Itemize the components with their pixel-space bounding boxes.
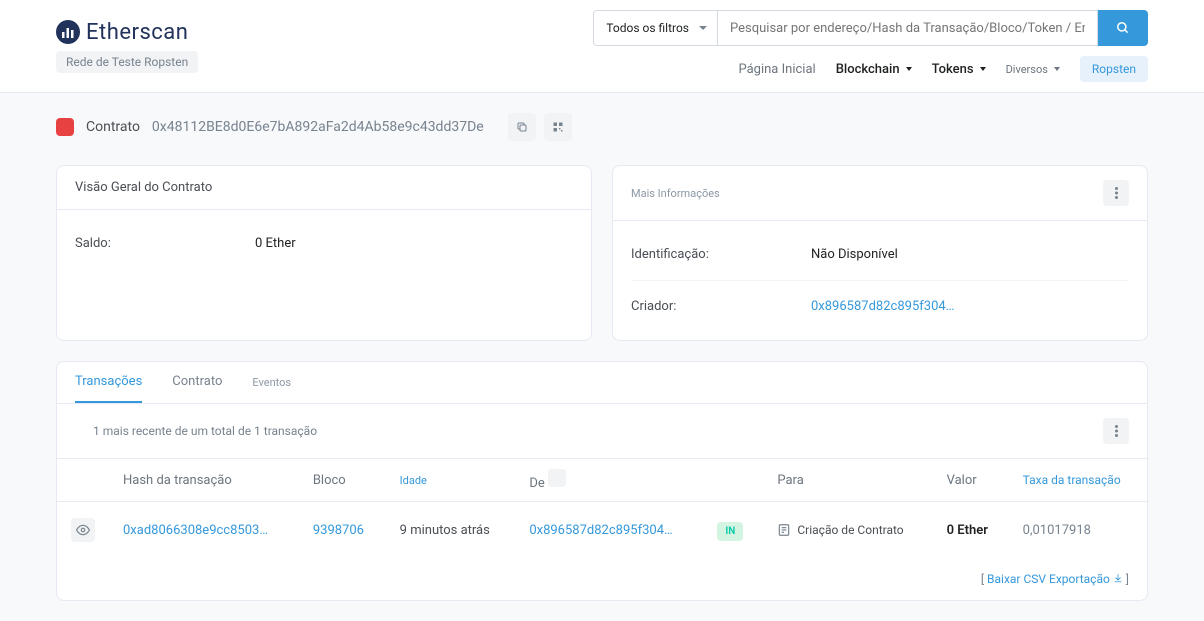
th-block: Bloco (299, 459, 386, 502)
th-fee[interactable]: Taxa da transação (1009, 459, 1147, 502)
overview-body: Saldo: 0 Ether (57, 210, 591, 277)
view-button[interactable] (71, 518, 95, 542)
copy-icon (516, 121, 528, 133)
balance-value: 0 Ether (255, 236, 296, 251)
id-value: Não Disponível (811, 247, 898, 262)
th-to: Para (763, 459, 932, 502)
table-footer: [ Baixar CSV Exportação ] (57, 558, 1147, 600)
contract-avatar-icon (56, 118, 74, 136)
ropsten-button[interactable]: Ropsten (1080, 56, 1148, 82)
top-header: Etherscan Rede de Teste Ropsten Todos os… (0, 0, 1204, 93)
search-input[interactable] (718, 10, 1098, 46)
tab-contract[interactable]: Contrato (172, 362, 222, 403)
cards-row: Visão Geral do Contrato Saldo: 0 Ether M… (56, 165, 1148, 341)
creator-label: Criador: (631, 299, 811, 314)
th-txhash: Hash da transação (109, 459, 299, 502)
download-arrow-icon (1113, 572, 1123, 586)
nav-home[interactable]: Página Inicial (738, 62, 815, 77)
nav-misc[interactable]: Diversos (1006, 63, 1060, 76)
square-icon (548, 469, 566, 487)
network-badge: Rede de Teste Ropsten (56, 51, 198, 73)
table-row: 0xad8066308e9cc8503… 9398706 9 minutos a… (57, 502, 1147, 559)
copy-button[interactable] (508, 113, 536, 141)
tabs: Transações Contrato Eventos (57, 362, 1147, 404)
creator-row: Criador: 0x896587d82c895f304… (631, 280, 1129, 324)
nav-blockchain[interactable]: Blockchain (836, 62, 912, 77)
qr-button[interactable] (544, 113, 572, 141)
moreinfo-body: Identificação: Não Disponível Criador: 0… (613, 221, 1147, 340)
fee-cell: 0,01017918 (1009, 502, 1147, 559)
creator-value[interactable]: 0x896587d82c895f304… (811, 299, 954, 314)
chevron-down-icon (906, 67, 912, 71)
moreinfo-title: Mais Informações (631, 187, 720, 200)
header-right: Todos os filtros Página Inicial Blockcha… (593, 10, 1148, 82)
tabs-card: Transações Contrato Eventos 1 mais recen… (56, 361, 1148, 601)
txhash-cell[interactable]: 0xad8066308e9cc8503… (109, 502, 299, 559)
moreinfo-header: Mais Informações (613, 166, 1147, 221)
to-cell: Criação de Contrato (777, 523, 918, 537)
contract-address: 0x48112BE8d0E6e7bA892aFa2d4Ab58e9c43dd37… (152, 119, 484, 135)
logo[interactable]: Etherscan (56, 20, 198, 45)
tab-transactions[interactable]: Transações (75, 362, 142, 403)
contract-actions (508, 113, 572, 141)
value-cell: 0 Ether (933, 502, 1009, 559)
search-icon (1116, 21, 1130, 35)
logo-text: Etherscan (86, 20, 188, 45)
moreinfo-card: Mais Informações Identificação: Não Disp… (612, 165, 1148, 341)
th-age[interactable]: Idade (386, 459, 516, 502)
age-cell: 9 minutos atrás (386, 502, 516, 559)
more-vertical-icon (1115, 425, 1118, 437)
chevron-down-icon (1054, 67, 1060, 71)
from-cell[interactable]: 0x896587d82c895f304… (515, 502, 703, 559)
balance-label: Saldo: (75, 236, 255, 251)
balance-row: Saldo: 0 Ether (75, 226, 573, 261)
main-container: Contrato 0x48112BE8d0E6e7bA892aFa2d4Ab58… (0, 93, 1204, 621)
table-header-row: Hash da transação Bloco Idade De Para Va… (57, 459, 1147, 502)
nav-tokens[interactable]: Tokens (932, 62, 986, 77)
th-from: De (515, 459, 703, 502)
id-row: Identificação: Não Disponível (631, 237, 1129, 272)
eye-icon (76, 523, 90, 537)
logo-icon (56, 20, 80, 44)
search-row: Todos os filtros (593, 10, 1148, 46)
search-button[interactable] (1098, 10, 1148, 46)
chevron-down-icon (980, 67, 986, 71)
overview-title: Visão Geral do Contrato (75, 180, 212, 195)
direction-badge: IN (717, 522, 743, 541)
nav-row: Página Inicial Blockchain Tokens Diverso… (738, 56, 1148, 82)
filter-dropdown[interactable]: Todos os filtros (593, 10, 718, 46)
id-label: Identificação: (631, 247, 811, 262)
overview-card: Visão Geral do Contrato Saldo: 0 Ether (56, 165, 592, 341)
th-value: Valor (933, 459, 1009, 502)
more-button[interactable] (1103, 180, 1129, 206)
contract-label: Contrato (86, 119, 140, 135)
sort-icon (75, 425, 87, 437)
qr-icon (552, 121, 564, 133)
block-cell[interactable]: 9398706 (299, 502, 386, 559)
tab-events[interactable]: Eventos (252, 376, 291, 389)
table-more-button[interactable] (1103, 418, 1129, 444)
download-csv-link[interactable]: Baixar CSV Exportação (987, 572, 1110, 586)
more-vertical-icon (1115, 187, 1118, 199)
overview-header: Visão Geral do Contrato (57, 166, 591, 210)
header-left: Etherscan Rede de Teste Ropsten (56, 20, 198, 73)
contract-header: Contrato 0x48112BE8d0E6e7bA892aFa2d4Ab58… (56, 113, 1148, 141)
transactions-table: Hash da transação Bloco Idade De Para Va… (57, 458, 1147, 558)
table-summary: 1 mais recente de um total de 1 transaçã… (75, 424, 317, 438)
table-toolbar: 1 mais recente de um total de 1 transaçã… (57, 404, 1147, 458)
document-icon (777, 523, 791, 537)
